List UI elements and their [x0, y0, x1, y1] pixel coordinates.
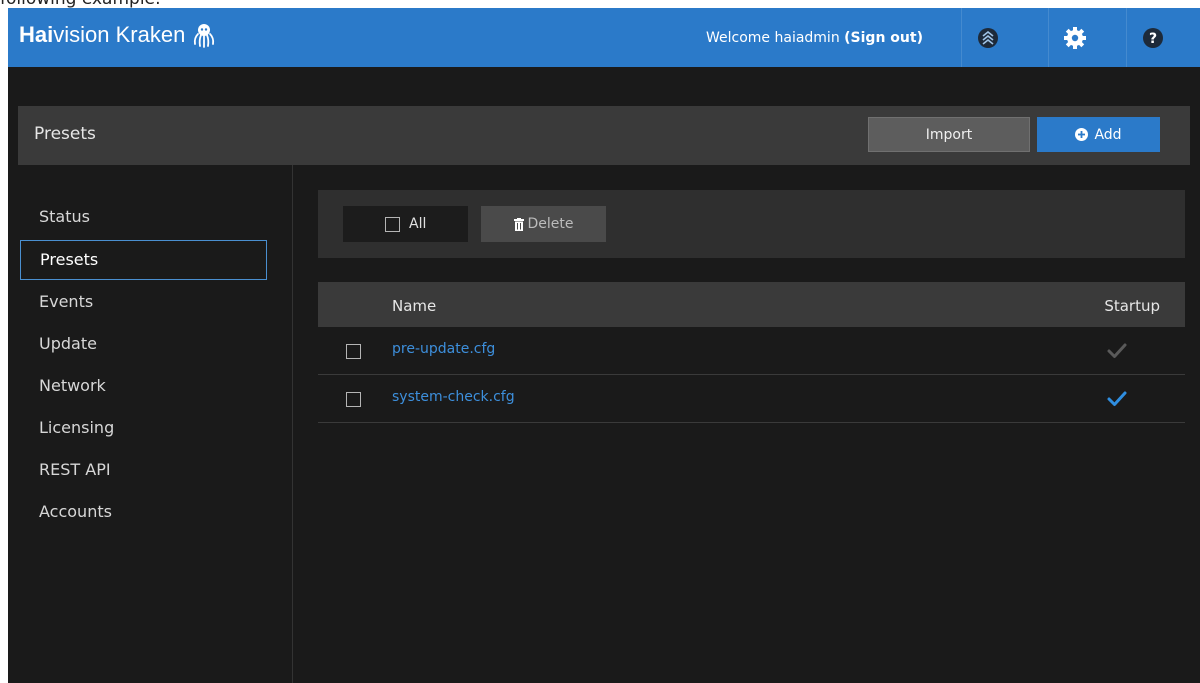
startup-check-icon[interactable]: [1106, 341, 1128, 361]
sidebar-item-label: Network: [39, 376, 106, 395]
settings-button[interactable]: [1048, 8, 1100, 67]
sidebar-item-update[interactable]: Update: [20, 325, 267, 365]
brand-name-bold: Hai: [19, 22, 54, 47]
help-icon: ?: [1142, 27, 1163, 48]
sidebar-item-label: Presets: [40, 250, 99, 269]
table-row: pre-update.cfg: [318, 327, 1185, 375]
row-checkbox[interactable]: [346, 344, 361, 359]
sidebar-item-rest-api[interactable]: REST API: [20, 451, 267, 491]
preset-name-link[interactable]: pre-update.cfg: [392, 341, 495, 357]
sidebar-item-accounts[interactable]: Accounts: [20, 493, 267, 533]
sidebar: Status Presets Events Update Network Lic…: [8, 165, 293, 683]
import-button[interactable]: Import: [868, 117, 1030, 152]
page-title: Presets: [34, 124, 96, 144]
sign-out-link[interactable]: (Sign out): [844, 30, 923, 46]
checkbox-box: [385, 216, 400, 232]
startup-check-icon[interactable]: [1106, 389, 1128, 409]
select-all-checkbox[interactable]: All: [343, 206, 468, 242]
sidebar-item-label: Accounts: [39, 502, 112, 521]
sidebar-item-label: Update: [39, 334, 97, 353]
import-button-label: Import: [925, 126, 973, 143]
settings-gear-icon: [1063, 26, 1086, 49]
trash-icon: [513, 217, 524, 231]
add-button[interactable]: Add: [1037, 117, 1160, 152]
sidebar-item-status[interactable]: Status: [20, 198, 267, 238]
status-icon: [977, 27, 998, 48]
sidebar-item-label: REST API: [39, 460, 111, 479]
welcome-user: Welcome haiadmin: [706, 30, 845, 46]
preset-name-link[interactable]: system-check.cfg: [392, 389, 515, 405]
welcome-text: Welcome haiadmin (Sign out): [706, 27, 923, 49]
delete-button[interactable]: Delete: [481, 206, 606, 242]
sidebar-item-label: Licensing: [39, 418, 115, 437]
app-window: Hai vision Kraken Welcome haiadmin (Sign …: [8, 8, 1200, 683]
select-all-label: All: [409, 216, 427, 232]
table-row: system-check.cfg: [318, 375, 1185, 423]
add-button-label: Add: [1094, 126, 1122, 143]
brand-logo[interactable]: Hai vision Kraken: [19, 20, 217, 50]
delete-button-label: Delete: [527, 216, 574, 232]
column-header-startup[interactable]: Startup: [1104, 297, 1160, 315]
sidebar-item-label: Status: [39, 207, 90, 226]
column-header-name[interactable]: Name: [392, 297, 436, 315]
top-bar: Hai vision Kraken Welcome haiadmin (Sign …: [8, 8, 1200, 67]
octopus-logo-icon: [194, 24, 215, 48]
sidebar-item-events[interactable]: Events: [20, 283, 267, 323]
sidebar-item-presets[interactable]: Presets: [20, 240, 267, 280]
sidebar-item-network[interactable]: Network: [20, 367, 267, 407]
page-header: Presets Import Add: [18, 106, 1190, 165]
row-checkbox[interactable]: [346, 392, 361, 407]
svg-text:?: ?: [1148, 31, 1156, 47]
table-header: Name Startup: [318, 282, 1185, 327]
list-toolbar: All Delete: [318, 190, 1185, 258]
sidebar-item-licensing[interactable]: Licensing: [20, 409, 267, 449]
plus-circle-icon: [1075, 128, 1089, 141]
help-button[interactable]: ?: [1126, 8, 1178, 67]
brand-name-rest: vision Kraken: [53, 22, 186, 47]
status-icon-button[interactable]: [961, 8, 1013, 67]
sidebar-item-label: Events: [39, 292, 94, 311]
